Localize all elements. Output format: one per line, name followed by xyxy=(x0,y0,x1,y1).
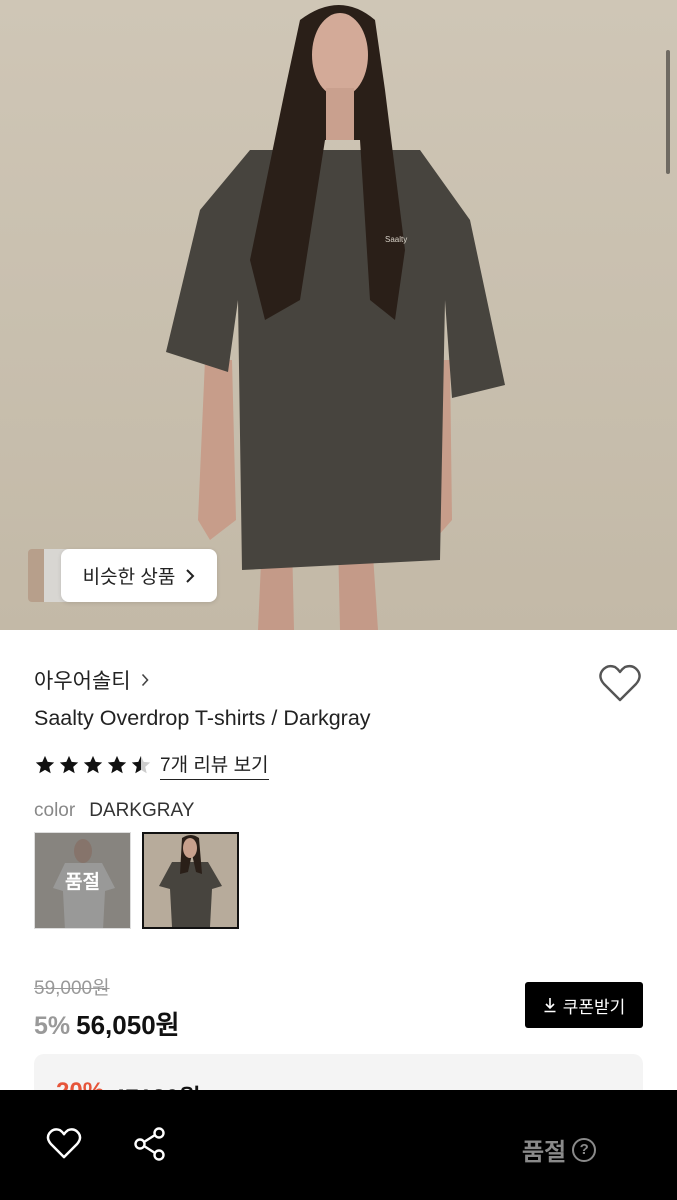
model-photo: Saalty xyxy=(166,5,505,630)
star-icon xyxy=(59,755,79,774)
bottom-action-bar: 품절 ? xyxy=(0,1090,677,1200)
wishlist-heart-icon[interactable] xyxy=(596,662,644,706)
download-icon xyxy=(544,998,556,1013)
original-price: 59,000원 xyxy=(34,978,110,999)
product-hero-image[interactable]: Saalty 비슷한 상품 xyxy=(0,0,677,630)
similar-products-button[interactable]: 비슷한 상품 xyxy=(61,549,217,602)
chevron-right-icon xyxy=(141,673,149,687)
help-circle-icon[interactable]: ? xyxy=(572,1137,597,1162)
color-row: color DARKGRAY xyxy=(34,800,194,822)
color-value: DARKGRAY xyxy=(89,800,195,821)
share-icon[interactable] xyxy=(132,1126,172,1166)
rating-row: 7개 리뷰 보기 xyxy=(34,750,269,780)
scrollbar[interactable] xyxy=(666,50,670,174)
svg-text:Saalty: Saalty xyxy=(385,235,407,244)
brand-name: 아우어솔티 xyxy=(34,670,131,693)
discount-rate: 5% xyxy=(34,1012,71,1040)
swatch-photo xyxy=(144,834,237,927)
sale-price: 56,050원 xyxy=(76,1010,180,1040)
color-label: color xyxy=(34,800,76,821)
coupon-button[interactable]: 쿠폰받기 xyxy=(525,982,643,1028)
coupon-label: 쿠폰받기 xyxy=(562,997,626,1017)
price-row: 5% 56,050원 xyxy=(34,1005,180,1042)
soldout-status: 품절 ? xyxy=(522,1132,597,1167)
review-link[interactable]: 7개 리뷰 보기 xyxy=(160,750,269,780)
color-swatch-white[interactable]: 품절 xyxy=(34,832,131,929)
bottom-heart-icon[interactable] xyxy=(44,1126,84,1166)
star-half-icon xyxy=(131,755,151,774)
star-icon xyxy=(83,755,103,774)
star-icon xyxy=(107,755,127,774)
product-title: Saalty Overdrop T-shirts / Darkgray xyxy=(34,706,371,730)
color-swatch-darkgray[interactable] xyxy=(142,832,239,929)
soldout-label: 품절 xyxy=(522,1139,567,1166)
rating-stars xyxy=(34,754,152,776)
brand-link[interactable]: 아우어솔티 xyxy=(34,665,149,695)
star-icon xyxy=(35,755,55,774)
similar-products-label: 비슷한 상품 xyxy=(82,567,176,588)
soldout-overlay: 품절 xyxy=(35,833,130,928)
chevron-right-icon xyxy=(186,568,195,583)
